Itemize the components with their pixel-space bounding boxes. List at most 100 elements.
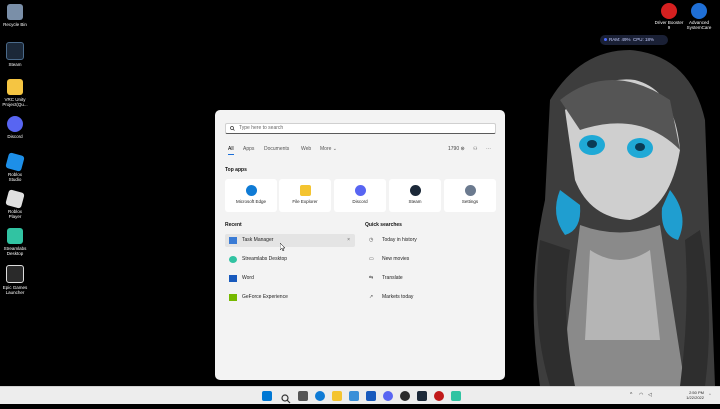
- recent-item-geforce[interactable]: GeForce Experience: [225, 291, 355, 304]
- more-options-icon[interactable]: ⋯: [486, 146, 491, 152]
- tab-web[interactable]: Web: [301, 146, 311, 152]
- rewards-points[interactable]: 1790 ⊛: [448, 146, 465, 152]
- volume-icon[interactable]: ◁: [648, 393, 653, 398]
- app-tile-microsoft-edge[interactable]: Microsoft Edge: [225, 179, 277, 212]
- task-manager-icon: [229, 237, 237, 244]
- desktop-icon-driver-booster[interactable]: Driver Booster 9: [654, 3, 684, 30]
- chart-icon: ↗: [369, 294, 374, 300]
- tab-all[interactable]: All: [228, 146, 234, 152]
- cpu-usage: CPU: 18%: [633, 37, 655, 42]
- recycle-bin-icon: [7, 4, 23, 20]
- clock-icon: ◷: [369, 237, 374, 243]
- quick-search-markets-today[interactable]: ↗ Markets today: [365, 291, 495, 304]
- search-icon[interactable]: [281, 391, 291, 404]
- desktop-icon-label: VRC Unity Project(Qu...: [2, 97, 28, 107]
- tab-more[interactable]: More ⌄: [320, 146, 337, 152]
- quick-searches-title: Quick searches: [365, 222, 402, 228]
- active-tab-indicator: [228, 154, 234, 155]
- search-input[interactable]: Type here to search: [225, 123, 496, 134]
- recent-item-label: Task Manager: [242, 237, 274, 243]
- advanced-systemcare-icon: [691, 3, 707, 19]
- clock-date: 1/22/2022: [686, 395, 704, 400]
- search-placeholder: Type here to search: [239, 125, 284, 131]
- folder-icon: [7, 79, 23, 95]
- quick-search-label: Markets today: [382, 294, 414, 300]
- top-apps-title: Top apps: [225, 167, 247, 173]
- desktop-icon-label: Steam: [8, 62, 22, 67]
- desktop-icon-roblox-player[interactable]: Roblox Player: [2, 189, 28, 219]
- tab-apps[interactable]: Apps: [243, 146, 254, 152]
- file-explorer-icon[interactable]: [332, 391, 342, 401]
- desktop-icon-epic-games[interactable]: Epic Games Launcher: [2, 265, 28, 295]
- obs-icon[interactable]: [400, 391, 410, 401]
- app-tile-label: Settings: [461, 199, 479, 204]
- desktop-icon-advanced-systemcare[interactable]: Advanced SystemCare: [684, 3, 714, 30]
- translate-icon: ⇆: [369, 275, 374, 281]
- roblox-player-icon: [5, 189, 25, 209]
- desktop-icon-discord[interactable]: Discord: [2, 116, 28, 139]
- recent-item-streamlabs[interactable]: Streamlabs Desktop: [225, 253, 355, 266]
- recent-title: Recent: [225, 222, 242, 228]
- notification-icon[interactable]: ▫: [709, 393, 714, 398]
- movie-icon: ▭: [369, 256, 374, 262]
- app-tile-steam[interactable]: Steam: [389, 179, 441, 212]
- recent-item-word[interactable]: Word: [225, 272, 355, 285]
- chevron-down-icon: ⌄: [332, 146, 337, 152]
- desktop-icon-label: Roblox Studio: [7, 172, 22, 182]
- desktop-icon-roblox-studio[interactable]: Roblox Studio: [2, 152, 28, 182]
- edge-icon: [245, 185, 257, 196]
- desktop-icon-label: Roblox Player: [7, 209, 22, 219]
- points-value: 1790: [448, 146, 460, 152]
- app-tile-file-explorer[interactable]: File Explorer: [279, 179, 331, 212]
- feedback-icon[interactable]: ⚇: [473, 146, 477, 152]
- rewards-icon: ⊛: [460, 146, 465, 152]
- desktop-icon-label: Epic Games Launcher: [2, 285, 28, 295]
- taskbar: ^ ◠ ◁ 2:50 PM 1/22/2022 ▫: [0, 386, 720, 404]
- performance-monitor-widget[interactable]: RAM: 49% CPU: 18%: [600, 35, 668, 45]
- discord-icon[interactable]: [383, 391, 393, 401]
- driver-booster-icon: [661, 3, 677, 19]
- mouse-cursor: [280, 243, 285, 251]
- streamlabs-icon: [7, 228, 23, 244]
- desktop-icon-label: Advanced SystemCare: [686, 20, 712, 30]
- wallpaper-image: [520, 40, 720, 386]
- windows-start-icon[interactable]: [262, 391, 272, 401]
- task-view-icon[interactable]: [298, 391, 308, 401]
- app-tile-settings[interactable]: Settings: [444, 179, 496, 212]
- store-icon[interactable]: [349, 391, 359, 401]
- desktop-icon-label: Driver Booster 9: [654, 20, 684, 30]
- recent-item-label: GeForce Experience: [242, 294, 288, 300]
- desktop: Recycle Bin Steam VRC Unity Project(Qu..…: [0, 0, 720, 386]
- roblox-studio-icon: [5, 152, 25, 172]
- settings-icon: [464, 185, 476, 196]
- app-tile-label: Discord: [352, 199, 368, 204]
- desktop-icon-recycle-bin[interactable]: Recycle Bin: [2, 4, 28, 27]
- tab-documents[interactable]: Documents: [264, 146, 289, 152]
- epic-games-icon: [6, 265, 24, 283]
- record-icon[interactable]: [434, 391, 444, 401]
- quick-search-label: Today in history: [382, 237, 417, 243]
- chevron-up-icon[interactable]: ^: [630, 393, 635, 398]
- search-panel: Type here to search All Apps Documents W…: [215, 110, 505, 380]
- edge-icon[interactable]: [315, 391, 325, 401]
- file-explorer-icon: [299, 185, 311, 196]
- discord-icon: [7, 116, 23, 132]
- app-tile-discord[interactable]: Discord: [334, 179, 386, 212]
- quick-search-translate[interactable]: ⇆ Translate: [365, 272, 495, 285]
- app-tile-label: Steam: [408, 199, 422, 204]
- streamlabs-icon[interactable]: [451, 391, 461, 401]
- close-icon[interactable]: ×: [347, 234, 350, 247]
- desktop-icon-steam[interactable]: Steam: [2, 42, 28, 67]
- steam-icon[interactable]: [417, 391, 427, 401]
- quick-search-today-in-history[interactable]: ◷ Today in history: [365, 234, 495, 247]
- recent-item-task-manager[interactable]: Task Manager ×: [225, 234, 355, 247]
- desktop-icon-streamlabs[interactable]: Streamlabs Desktop: [2, 228, 28, 256]
- wifi-icon[interactable]: ◠: [639, 393, 644, 398]
- clock[interactable]: 2:50 PM 1/22/2022: [660, 390, 704, 400]
- quick-search-new-movies[interactable]: ▭ New movies: [365, 253, 495, 266]
- word-icon[interactable]: [366, 391, 376, 401]
- monitor-icon: [604, 38, 607, 42]
- app-tile-label: File Explorer: [292, 199, 318, 204]
- desktop-icon-vrc-folder[interactable]: VRC Unity Project(Qu...: [2, 79, 28, 107]
- discord-icon: [354, 185, 366, 196]
